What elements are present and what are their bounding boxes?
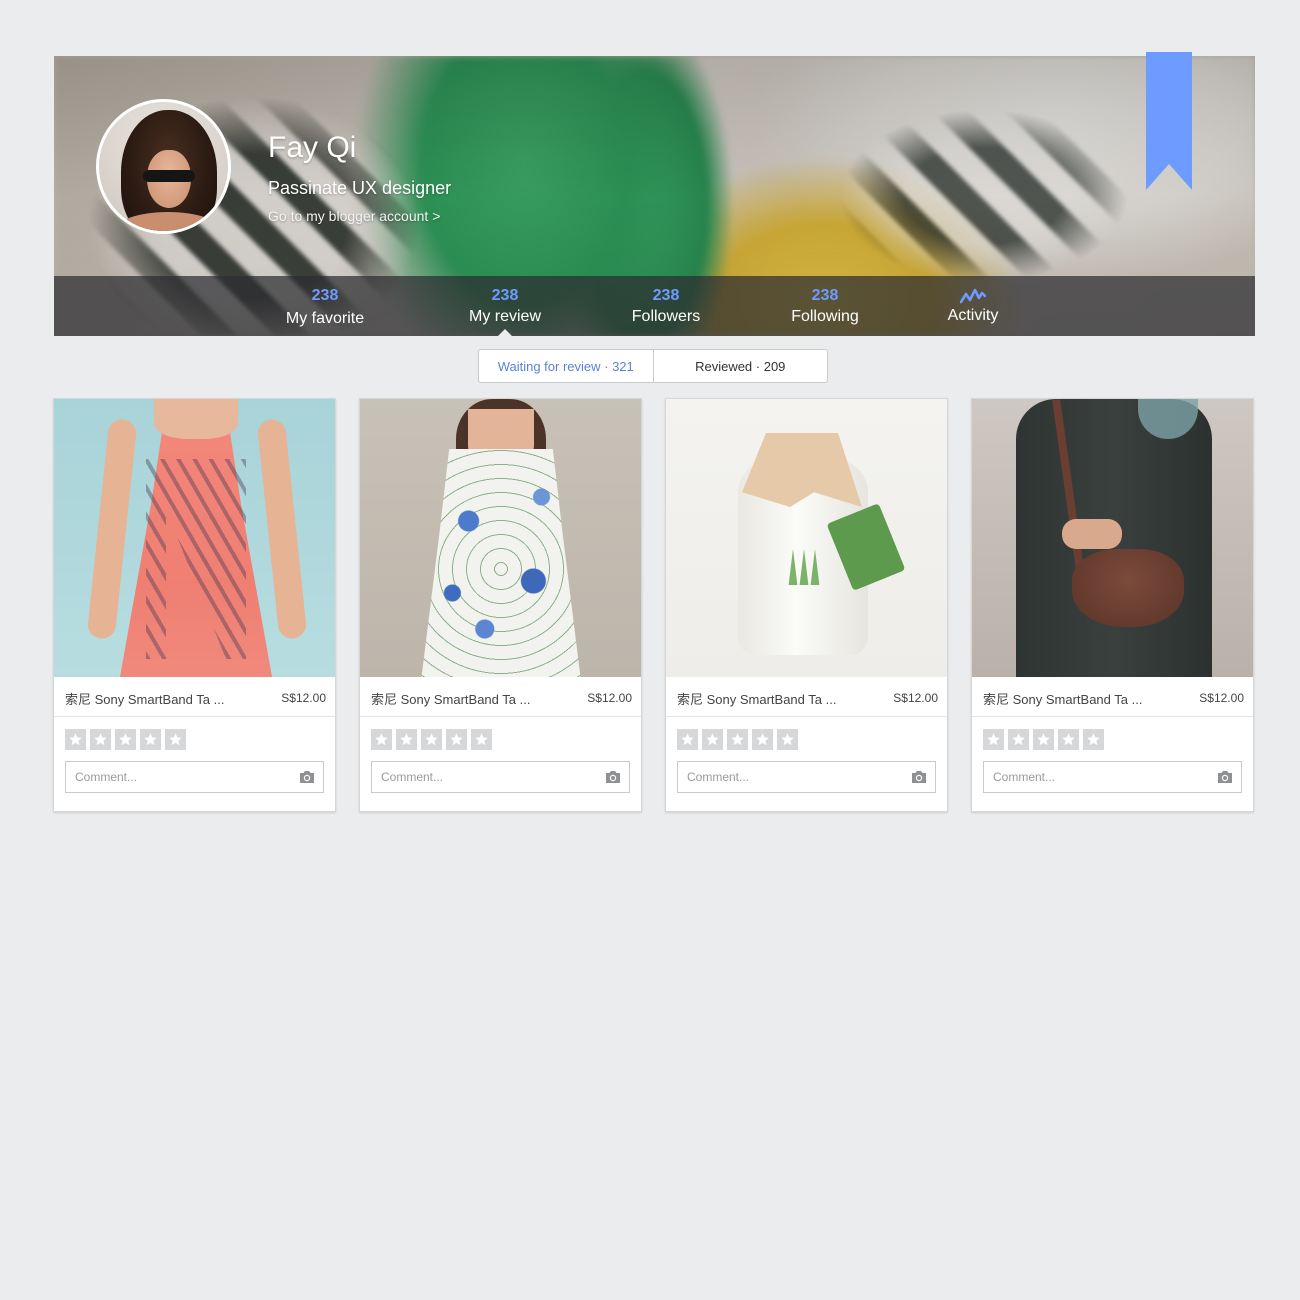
star-icon[interactable]	[677, 729, 698, 750]
review-tabs: Waiting for review · 321 Reviewed · 209	[478, 349, 828, 383]
profile-name: Fay Qi	[268, 131, 357, 164]
star-icon[interactable]	[777, 729, 798, 750]
comment-input[interactable]	[372, 762, 598, 792]
tab-waiting-for-review[interactable]: Waiting for review · 321	[479, 350, 654, 382]
star-icon[interactable]	[752, 729, 773, 750]
star-icon[interactable]	[371, 729, 392, 750]
product-title[interactable]: 索尼 Sony SmartBand Ta ...	[983, 689, 1142, 708]
product-image[interactable]	[666, 399, 947, 677]
star-icon[interactable]	[446, 729, 467, 750]
star-icon[interactable]	[727, 729, 748, 750]
comment-field	[677, 761, 936, 793]
stat-label: Followers	[631, 308, 701, 325]
star-icon[interactable]	[165, 729, 186, 750]
star-rating	[65, 729, 186, 750]
product-price: S$12.00	[1199, 691, 1244, 705]
profile-header: Fay Qi Passinate UX designer Go to my bl…	[54, 56, 1255, 336]
activity-icon	[960, 288, 986, 304]
stat-activity[interactable]: Activity	[913, 276, 1033, 336]
star-icon[interactable]	[396, 729, 417, 750]
stat-my-favorite[interactable]: 238 My favorite	[265, 276, 385, 336]
stats-bar: 238 My favorite 238 My review 238 Follow…	[54, 276, 1255, 336]
camera-icon[interactable]	[605, 770, 621, 784]
product-price: S$12.00	[587, 691, 632, 705]
star-rating	[983, 729, 1104, 750]
product-card: 索尼 Sony SmartBand Ta ... S$12.00	[665, 398, 948, 812]
star-icon[interactable]	[1008, 729, 1029, 750]
product-price: S$12.00	[281, 691, 326, 705]
comment-input[interactable]	[66, 762, 292, 792]
camera-icon[interactable]	[1217, 770, 1233, 784]
stat-followers[interactable]: 238 Followers	[606, 276, 726, 336]
star-icon[interactable]	[1083, 729, 1104, 750]
stat-following[interactable]: 238 Following	[765, 276, 885, 336]
product-info: 索尼 Sony SmartBand Ta ... S$12.00	[972, 677, 1253, 717]
star-icon[interactable]	[702, 729, 723, 750]
comment-input[interactable]	[984, 762, 1210, 792]
star-icon[interactable]	[65, 729, 86, 750]
stat-count: 238	[811, 287, 839, 304]
camera-icon[interactable]	[911, 770, 927, 784]
star-rating	[677, 729, 798, 750]
blogger-account-link[interactable]: Go to my blogger account >	[268, 208, 440, 224]
profile-tagline: Passinate UX designer	[268, 178, 452, 198]
star-icon[interactable]	[1033, 729, 1054, 750]
product-price: S$12.00	[893, 691, 938, 705]
product-info: 索尼 Sony SmartBand Ta ... S$12.00	[666, 677, 947, 717]
star-icon[interactable]	[90, 729, 111, 750]
stat-count: 238	[652, 287, 680, 304]
product-info: 索尼 Sony SmartBand Ta ... S$12.00	[54, 677, 335, 717]
comment-input[interactable]	[678, 762, 904, 792]
stat-count: 238	[491, 287, 519, 304]
star-icon[interactable]	[421, 729, 442, 750]
product-image[interactable]	[54, 399, 335, 677]
stat-label: Following	[791, 308, 859, 325]
product-title[interactable]: 索尼 Sony SmartBand Ta ...	[677, 689, 836, 708]
product-image[interactable]	[972, 399, 1253, 677]
tab-reviewed[interactable]: Reviewed · 209	[654, 350, 828, 382]
star-rating	[371, 729, 492, 750]
product-title[interactable]: 索尼 Sony SmartBand Ta ...	[371, 689, 530, 708]
product-info: 索尼 Sony SmartBand Ta ... S$12.00	[360, 677, 641, 717]
star-icon[interactable]	[1058, 729, 1079, 750]
stat-label: Activity	[947, 307, 999, 324]
stat-label: My favorite	[285, 310, 365, 327]
product-card: 索尼 Sony SmartBand Ta ... S$12.00	[359, 398, 642, 812]
star-icon[interactable]	[983, 729, 1004, 750]
avatar[interactable]	[96, 99, 231, 234]
star-icon[interactable]	[140, 729, 161, 750]
stat-label: My review	[468, 308, 541, 325]
stat-my-review[interactable]: 238 My review	[445, 276, 565, 336]
comment-field	[65, 761, 324, 793]
star-icon[interactable]	[115, 729, 136, 750]
product-image[interactable]	[360, 399, 641, 677]
product-card: 索尼 Sony SmartBand Ta ... S$12.00	[971, 398, 1254, 812]
comment-field	[371, 761, 630, 793]
bookmark-ribbon-icon[interactable]	[1146, 52, 1192, 190]
product-card: 索尼 Sony SmartBand Ta ... S$12.00	[53, 398, 336, 812]
camera-icon[interactable]	[299, 770, 315, 784]
star-icon[interactable]	[471, 729, 492, 750]
stat-count: 238	[311, 287, 339, 304]
product-title[interactable]: 索尼 Sony SmartBand Ta ...	[65, 689, 224, 708]
comment-field	[983, 761, 1242, 793]
